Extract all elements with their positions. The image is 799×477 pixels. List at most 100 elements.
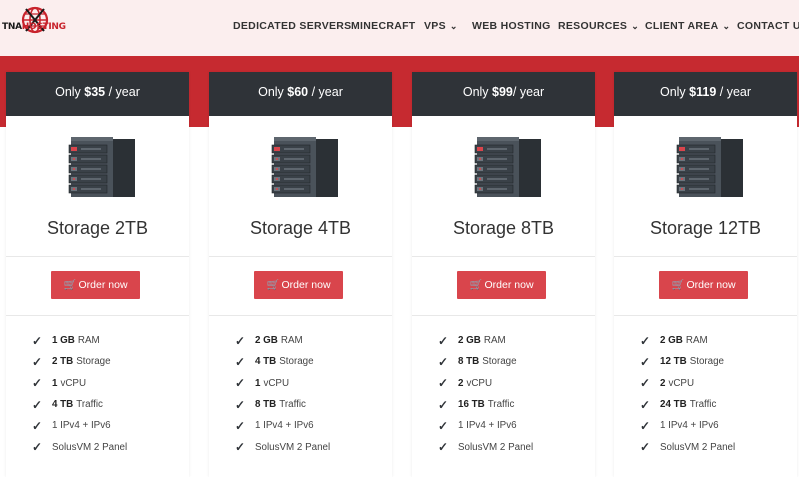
feature-label: 1 IPv4 + IPv6 [52,420,111,432]
check-icon: ✓ [640,354,651,369]
feature-item: ✓ 2 GB RAM [438,330,533,351]
check-icon: ✓ [438,397,449,412]
server-rack-icon [676,137,743,197]
feature-item: ✓ 4 TB Storage [235,351,330,372]
feature-item: ✓ 2 TB Storage [32,351,127,372]
feature-item: ✓ 1 IPv4 + IPv6 [438,415,533,436]
check-icon: ✓ [32,397,43,412]
feature-item: ✓ 2 GB RAM [235,330,330,351]
order-now-button[interactable]: 🛒 Order now [51,271,140,299]
feature-list: ✓ 1 GB RAM ✓ 2 TB Storage ✓ 1 vCPU ✓ 4 TB Traffi… [32,330,127,458]
feature-item: ✓ 1 IPv4 + IPv6 [235,415,330,436]
nav-resources[interactable]: RESOURCES ⌄ [558,20,639,32]
check-icon: ✓ [640,418,651,433]
feature-item: ✓ 24 TB Traffic [640,394,735,415]
check-icon: ✓ [235,397,246,412]
feature-value: 8 TB [255,399,277,411]
feature-label: 1 IPv4 + IPv6 [255,420,314,432]
nav-dedicated-servers[interactable]: DEDICATED SERVERS [233,20,351,32]
check-icon: ✓ [32,376,43,391]
cart-icon: 🛒 [266,279,280,291]
divider [6,315,189,316]
check-icon: ✓ [235,333,246,348]
order-now-button[interactable]: 🛒 Order now [457,271,546,299]
nav-label: CLIENT AREA [645,20,719,32]
price-amount: $35 [84,85,106,99]
check-icon: ✓ [235,354,246,369]
order-label: Order now [281,279,331,291]
check-icon: ✓ [235,376,246,391]
plan-card-storage-2tb: Only $35 / year Storage 2TB 🛒 Order now ✓… [6,72,189,477]
feature-item: ✓ 4 TB Traffic [32,394,127,415]
server-rack-icon [474,137,541,197]
feature-label: Storage [279,356,314,368]
order-now-button[interactable]: 🛒 Order now [254,271,343,299]
nav-web-hosting[interactable]: WEB HOSTING [472,20,551,32]
nav-label: CONTACT US [737,20,799,32]
plan-card-storage-4tb: Only $60 / year Storage 4TB 🛒 Order now ✓… [209,72,392,477]
feature-label: Storage [482,356,517,368]
price-amount: $119 [689,85,717,99]
feature-item: ✓ SolusVM 2 Panel [235,436,330,457]
feature-value: 12 TB [660,356,687,368]
check-icon: ✓ [640,376,651,391]
feature-value: 2 GB [255,335,278,347]
plan-price-header: Only $60 / year [209,72,392,116]
price-suffix: / year [716,85,752,99]
price-prefix: Only [659,85,690,99]
check-icon: ✓ [235,440,246,455]
plan-price-header: Only $99/ year [412,72,595,116]
feature-label: SolusVM 2 Panel [660,441,736,453]
plan-title: Storage 12TB [649,218,762,238]
feature-label: vCPU [466,377,493,389]
chevron-down-icon: ⌄ [722,21,731,31]
feature-label: SolusVM 2 Panel [52,441,128,453]
cart-icon: 🛒 [469,279,483,291]
price-prefix: Only [462,85,493,99]
price-amount: $99 [492,85,513,99]
top-header: TNAHOSTING DEDICATED SERVERS MINECRAFT V… [0,0,799,56]
feature-item: ✓ 16 TB Traffic [438,394,533,415]
check-icon: ✓ [640,440,651,455]
feature-value: 2 TB [52,356,74,368]
feature-value: 24 TB [660,399,687,411]
feature-value: 1 GB [52,335,75,347]
feature-item: ✓ SolusVM 2 Panel [32,436,127,457]
feature-value: 8 TB [458,356,480,368]
feature-item: ✓ SolusVM 2 Panel [640,436,735,457]
divider [614,256,797,257]
feature-item: ✓ 1 GB RAM [32,330,127,351]
divider [6,256,189,257]
price-prefix: Only [258,85,288,99]
nav-label: VPS [424,20,446,32]
feature-label: RAM [483,335,506,347]
feature-value: 4 TB [255,356,277,368]
order-now-button[interactable]: 🛒 Order now [659,271,748,299]
check-icon: ✓ [438,333,449,348]
feature-value: 2 GB [660,335,683,347]
nav-minecraft[interactable]: MINECRAFT [351,20,416,32]
price-prefix: Only [55,85,85,99]
feature-label: Storage [689,356,725,368]
nav-label: DEDICATED SERVERS [233,20,352,32]
feature-label: vCPU [668,377,695,389]
divider [209,315,392,316]
check-icon: ✓ [438,440,449,455]
nav-label: MINECRAFT [351,20,416,32]
plan-price-header: Only $35 / year [6,72,189,116]
price-amount: $60 [287,85,309,99]
feature-label: RAM [280,335,303,347]
plan-card-storage-12tb: Only $119 / year Storage 12TB 🛒 Order now… [614,72,797,477]
feature-item: ✓ 2 vCPU [438,373,533,394]
feature-value: 1 [52,377,58,389]
check-icon: ✓ [438,418,449,433]
nav-vps[interactable]: VPS ⌄ [424,20,458,32]
nav-contact-us[interactable]: CONTACT US [737,20,799,32]
price-suffix: / year [105,85,140,99]
order-label: Order now [78,279,128,291]
feature-item: ✓ 1 vCPU [32,373,127,394]
chevron-down-icon: ⌄ [449,21,458,31]
cart-icon: 🛒 [671,279,685,291]
feature-label: vCPU [60,377,87,389]
nav-client-area[interactable]: CLIENT AREA ⌄ [645,20,730,32]
